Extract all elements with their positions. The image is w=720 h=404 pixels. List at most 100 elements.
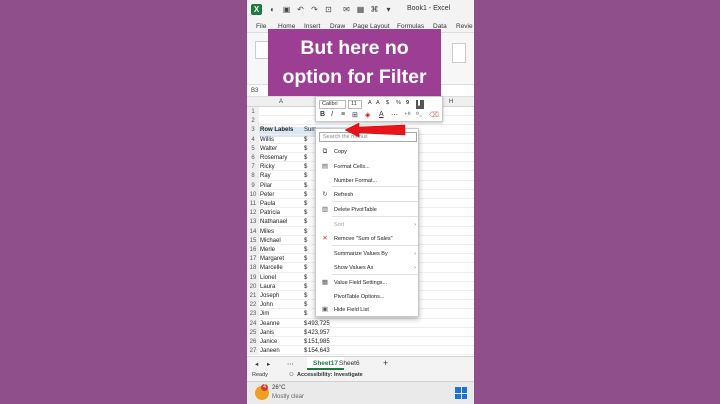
link-icon[interactable]: ⌘ bbox=[369, 4, 380, 15]
row-number[interactable]: 2 bbox=[247, 116, 259, 125]
value-field-settings-icon: ▦ bbox=[321, 279, 329, 286]
grow-font-icon[interactable]: A bbox=[366, 100, 372, 109]
context-menu-item[interactable]: ▥ Delete PivotTable bbox=[316, 204, 420, 216]
add-sheet-button[interactable]: + bbox=[383, 358, 388, 368]
cell-b[interactable]: $ bbox=[304, 346, 307, 356]
row-number[interactable]: 11 bbox=[247, 199, 259, 208]
menu-file[interactable]: File bbox=[256, 23, 266, 30]
menu-item-label: Number Format... bbox=[334, 178, 378, 184]
row-number[interactable]: 9 bbox=[247, 180, 259, 189]
row-number[interactable]: 26 bbox=[247, 337, 259, 346]
row-number[interactable]: 13 bbox=[247, 217, 259, 226]
camera-icon[interactable]: ⊡ bbox=[323, 4, 334, 15]
shrink-font-icon[interactable]: A bbox=[374, 100, 380, 109]
align-icon[interactable]: ≡ bbox=[341, 111, 345, 118]
row-number[interactable]: 27 bbox=[247, 346, 259, 355]
dropdown-icon[interactable]: ▾ bbox=[383, 4, 394, 15]
row-number[interactable]: 25 bbox=[247, 327, 259, 336]
clear-format-icon[interactable]: ⌫ bbox=[429, 111, 439, 119]
col-header-h[interactable]: H bbox=[449, 99, 453, 105]
row-number[interactable]: 20 bbox=[247, 281, 259, 290]
currency-button[interactable]: $ bbox=[384, 100, 389, 109]
bold-button[interactable]: B bbox=[320, 111, 325, 118]
menu-item-label: Show Values As bbox=[334, 265, 374, 271]
percent-button[interactable]: % bbox=[394, 100, 401, 109]
submenu-arrow-icon: › bbox=[414, 222, 416, 228]
context-menu-item[interactable]: Number Format... bbox=[316, 175, 420, 187]
remove-icon: ✕ bbox=[322, 235, 328, 242]
context-menu-item[interactable]: ▦ Value Field Settings... bbox=[316, 277, 420, 289]
row-number[interactable]: 10 bbox=[247, 189, 259, 198]
table-row: 24 Jeanne $493,725 bbox=[247, 318, 474, 328]
col-header-a[interactable]: A bbox=[279, 99, 283, 105]
format-painter-icon[interactable]: ▌ bbox=[416, 100, 424, 109]
row-number[interactable]: 24 bbox=[247, 318, 259, 327]
next-sheet-icon[interactable]: ▸ bbox=[267, 360, 270, 368]
windows-start-icon[interactable] bbox=[455, 387, 467, 399]
prev-sheet-icon[interactable]: ◂ bbox=[255, 360, 258, 368]
font-color-icon[interactable]: A bbox=[379, 111, 384, 118]
refresh-icon: ↻ bbox=[322, 191, 328, 198]
fill-color-icon[interactable]: ◈ bbox=[365, 111, 370, 119]
row-number[interactable]: 3 bbox=[247, 125, 259, 134]
row-number[interactable]: 5 bbox=[247, 143, 259, 152]
context-menu-item[interactable]: ▤ Format Cells... bbox=[316, 161, 420, 173]
row-number[interactable]: 19 bbox=[247, 272, 259, 281]
menu-separator bbox=[332, 245, 418, 246]
sheets-more-icon[interactable]: ⋯ bbox=[287, 360, 294, 368]
row-number[interactable]: 12 bbox=[247, 208, 259, 217]
calendar-icon[interactable]: ▦ bbox=[355, 4, 366, 15]
row-number[interactable]: 21 bbox=[247, 291, 259, 300]
comma-button[interactable]: 9 bbox=[404, 100, 409, 109]
decrease-decimal-icon[interactable]: ⁰₋ bbox=[416, 111, 423, 119]
paste-icon[interactable] bbox=[255, 41, 269, 59]
context-menu-item[interactable]: ✕ Remove "Sum of Sales" bbox=[316, 233, 420, 245]
redo-icon[interactable]: ↷ bbox=[309, 4, 320, 15]
menu-review[interactable]: Revie bbox=[456, 23, 473, 30]
autosave-toggle-icon[interactable]: ◐ bbox=[267, 4, 278, 15]
menu-item-label: Value Field Settings... bbox=[334, 280, 388, 286]
weather-temp: 26°C bbox=[272, 385, 286, 391]
tab-sheet6[interactable]: Sheet6 bbox=[339, 360, 360, 367]
increase-decimal-icon[interactable]: ⁺⁰ bbox=[404, 111, 411, 119]
callout-line-2: option for Filter bbox=[282, 66, 427, 88]
row-number[interactable]: 16 bbox=[247, 245, 259, 254]
save-icon[interactable]: ▣ bbox=[281, 4, 292, 15]
row-number[interactable]: 6 bbox=[247, 153, 259, 162]
borders-icon[interactable]: ⊞ bbox=[352, 111, 358, 119]
context-menu-item[interactable]: ⧉ Copy bbox=[316, 146, 420, 158]
notification-badge: 4 bbox=[261, 384, 268, 391]
row-number[interactable]: 1 bbox=[247, 107, 259, 116]
row-number[interactable]: 14 bbox=[247, 226, 259, 235]
context-menu-item[interactable]: Sort › bbox=[316, 219, 420, 231]
accessibility-status[interactable]: Accessibility: Investigate bbox=[297, 372, 363, 378]
undo-icon[interactable]: ↶ bbox=[295, 4, 306, 15]
font-name-field[interactable]: Calibri bbox=[319, 100, 346, 109]
row-number[interactable]: 7 bbox=[247, 162, 259, 171]
row-number[interactable]: 18 bbox=[247, 263, 259, 272]
row-number[interactable]: 17 bbox=[247, 254, 259, 263]
name-box[interactable]: B3 bbox=[251, 88, 258, 94]
context-menu-item[interactable]: Show Values As › bbox=[316, 262, 420, 274]
cell-a[interactable]: Janeen bbox=[260, 346, 280, 356]
menu-item-label: Summarize Values By bbox=[334, 251, 388, 257]
window-title: Book1 - Excel bbox=[407, 5, 451, 12]
mail-icon[interactable]: ✉ bbox=[341, 4, 352, 15]
font-size-field[interactable]: 11 bbox=[348, 100, 362, 109]
mini-toolbar: Calibri 11 A A $ % 9 ▌ B I ≡ ⊞ ◈ A ⋯ ⁺⁰ … bbox=[315, 96, 443, 122]
context-menu: Search the menus ⧉ Copy ▤ Format Cells... Nu… bbox=[315, 128, 419, 317]
context-menu-item[interactable]: ↻ Refresh bbox=[316, 189, 420, 201]
submenu-arrow-icon: › bbox=[414, 251, 416, 257]
context-menu-item[interactable]: Summarize Values By › bbox=[316, 248, 420, 260]
row-number[interactable]: 15 bbox=[247, 235, 259, 244]
row-number[interactable]: 8 bbox=[247, 171, 259, 180]
row-number[interactable]: 22 bbox=[247, 300, 259, 309]
cell-b-value[interactable]: 154,643 bbox=[308, 346, 330, 356]
analyze-icon[interactable] bbox=[452, 43, 466, 63]
more-options-icon[interactable]: ⋯ bbox=[391, 111, 398, 119]
row-number[interactable]: 4 bbox=[247, 134, 259, 143]
italic-button[interactable]: I bbox=[331, 111, 333, 118]
row-number[interactable]: 23 bbox=[247, 309, 259, 318]
context-menu-item[interactable]: PivotTable Options... bbox=[316, 291, 420, 303]
context-menu-item[interactable]: ▣ Hide Field List bbox=[316, 304, 420, 316]
